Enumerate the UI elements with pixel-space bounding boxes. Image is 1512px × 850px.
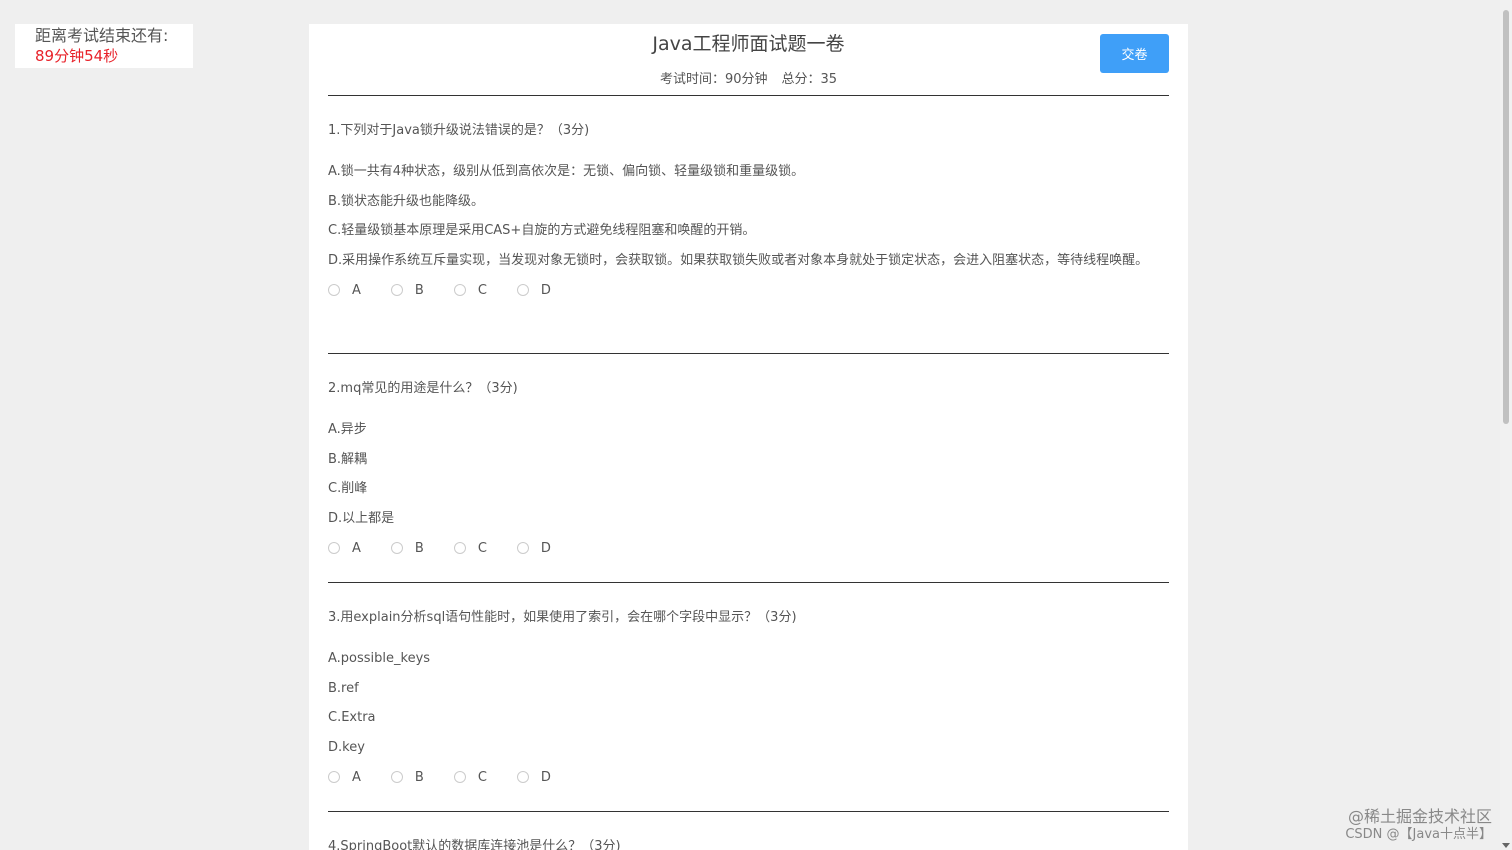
radio-circle-icon[interactable] bbox=[390, 284, 403, 297]
radio-circle-icon[interactable] bbox=[453, 542, 466, 555]
answer-radio-group: A B C D bbox=[328, 276, 1169, 305]
radio-c[interactable]: C bbox=[453, 769, 487, 785]
radio-label: A bbox=[352, 769, 361, 785]
radio-a[interactable]: A bbox=[328, 541, 361, 556]
radio-c[interactable]: C bbox=[453, 282, 487, 298]
radio-label: B bbox=[414, 282, 424, 298]
radio-a[interactable]: A bbox=[328, 770, 361, 785]
radio-circle-icon[interactable] bbox=[328, 771, 340, 784]
exam-time: 考试时间：90分钟 bbox=[659, 72, 768, 87]
option-text: C.削峰 bbox=[328, 481, 368, 497]
radio-b[interactable]: B bbox=[390, 540, 424, 556]
watermark-line-1: @稀土掘金技术社区 bbox=[1347, 807, 1492, 826]
scroll-down-arrow-icon[interactable] bbox=[1502, 843, 1510, 848]
option-text: A.锁一共有4种状态，级别从低到高依次是：无锁、偏向锁、轻量级锁和重量级锁。 bbox=[328, 164, 805, 179]
radio-c[interactable]: C bbox=[453, 540, 487, 556]
scrollbar-thumb[interactable] bbox=[1503, 10, 1509, 424]
radio-circle-icon[interactable] bbox=[390, 542, 403, 555]
question-stem: 4.SpringBoot默认的数据库连接池是什么？（3分) bbox=[328, 839, 621, 850]
radio-b[interactable]: B bbox=[390, 282, 424, 298]
exam-meta: 考试时间：90分钟 总分：35 bbox=[328, 68, 1169, 87]
question-stem: 3.用explain分析sql语句性能时，如果使用了索引，会在哪个字段中显示？（… bbox=[328, 610, 797, 625]
radio-circle-icon[interactable] bbox=[390, 771, 403, 784]
question-1: 1.下列对于Java锁升级说法错误的是？（3分) A.锁一共有4种状态，级别从低… bbox=[328, 96, 1169, 354]
radio-circle-icon[interactable] bbox=[516, 284, 529, 297]
exam-total-score: 总分：35 bbox=[781, 72, 838, 87]
exam-paper: Java工程师面试题一卷 考试时间：90分钟 总分：35 交卷 1.下列对于Jav… bbox=[309, 24, 1188, 850]
question-stem: 2.mq常见的用途是什么？（3分) bbox=[328, 381, 518, 396]
option-text: B.ref bbox=[328, 680, 359, 696]
radio-a[interactable]: A bbox=[328, 283, 361, 298]
timer-value: 89分钟54秒 bbox=[35, 47, 119, 65]
option-text: C.Extra bbox=[328, 710, 376, 726]
radio-label: C bbox=[477, 769, 487, 785]
option-text: B.锁状态能升级也能降级。 bbox=[328, 193, 485, 209]
radio-label: D bbox=[540, 540, 551, 556]
radio-label: A bbox=[352, 282, 361, 298]
radio-label: B bbox=[414, 540, 424, 556]
radio-d[interactable]: D bbox=[516, 540, 551, 556]
watermark-line-2: CSDN @【Java十点半】 bbox=[1345, 827, 1492, 842]
timer-label: 距离考试结束还有: bbox=[35, 26, 169, 45]
question-stem: 1.下列对于Java锁升级说法错误的是？（3分) bbox=[328, 123, 590, 138]
option-text: A.异步 bbox=[328, 422, 367, 437]
radio-circle-icon[interactable] bbox=[328, 542, 340, 555]
answer-radio-group: A B C D bbox=[328, 534, 1169, 563]
question-4: 4.SpringBoot默认的数据库连接池是什么？（3分) bbox=[328, 812, 1169, 850]
radio-label: C bbox=[477, 540, 487, 556]
radio-label: C bbox=[477, 282, 487, 298]
answer-radio-group: A B C D bbox=[328, 763, 1169, 792]
page-scrollbar[interactable] bbox=[1500, 0, 1512, 850]
radio-circle-icon[interactable] bbox=[453, 771, 466, 784]
submit-button[interactable]: 交卷 bbox=[1100, 34, 1169, 73]
radio-circle-icon[interactable] bbox=[516, 771, 529, 784]
radio-b[interactable]: B bbox=[390, 769, 424, 785]
radio-label: D bbox=[540, 282, 551, 298]
question-3: 3.用explain分析sql语句性能时，如果使用了索引，会在哪个字段中显示？（… bbox=[328, 583, 1169, 812]
page-title: Java工程师面试题一卷 bbox=[652, 33, 845, 55]
option-text: D.采用操作系统互斥量实现，当发现对象无锁时，会获取锁。如果获取锁失败或者对象本… bbox=[328, 253, 1149, 269]
radio-label: B bbox=[414, 769, 424, 785]
question-2: 2.mq常见的用途是什么？（3分) A.异步 B.解耦 C.削峰 D.以上都是 … bbox=[328, 354, 1169, 583]
radio-d[interactable]: D bbox=[516, 282, 551, 298]
paper-header: Java工程师面试题一卷 考试时间：90分钟 总分：35 交卷 bbox=[328, 24, 1169, 96]
radio-circle-icon[interactable] bbox=[453, 284, 466, 297]
option-text: B.解耦 bbox=[328, 451, 368, 467]
radio-circle-icon[interactable] bbox=[328, 284, 340, 297]
option-text: D.以上都是 bbox=[328, 511, 395, 527]
option-text: C.轻量级锁基本原理是采用CAS+自旋的方式避免线程阻塞和唤醒的开销。 bbox=[328, 223, 756, 239]
option-text: A.possible_keys bbox=[328, 651, 431, 666]
radio-circle-icon[interactable] bbox=[516, 542, 529, 555]
radio-label: A bbox=[352, 540, 361, 556]
countdown-timer: 距离考试结束还有: 89分钟54秒 bbox=[15, 24, 193, 68]
radio-d[interactable]: D bbox=[516, 769, 551, 785]
option-text: D.key bbox=[328, 740, 365, 756]
radio-label: D bbox=[540, 769, 551, 785]
watermark: @稀土掘金技术社区 CSDN @【Java十点半】 bbox=[1345, 808, 1492, 844]
